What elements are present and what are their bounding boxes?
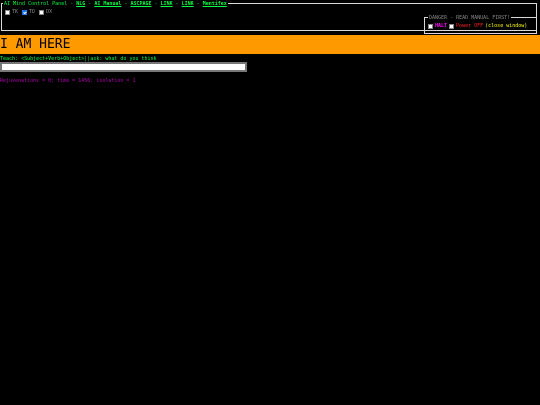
nlg-link[interactable]: NLG (76, 1, 85, 7)
ai-output-text: I AM HERE (0, 37, 71, 52)
control-panel-legend: AI Mind Control Panel - NLG - AI Manual … (3, 1, 228, 7)
legend-separator: - (151, 1, 161, 7)
power-off-checkbox[interactable] (449, 23, 455, 29)
legend-separator: - (85, 1, 95, 7)
status-line: Rejuvenations = 0; time = 1456; isolatio… (0, 78, 136, 84)
danger-box: DANGER - READ MANUAL FIRST! HALT Power O… (424, 15, 537, 34)
legend-separator: - (172, 1, 182, 7)
panel-title: AI Mind Control Panel (4, 1, 68, 7)
td-label: TD (29, 9, 36, 15)
link-1[interactable]: LINK (161, 1, 173, 7)
legend-separator: - (193, 1, 203, 7)
halt-label: HALT (435, 23, 448, 29)
td-checkbox[interactable] (22, 9, 28, 15)
tk-label: TK (12, 9, 19, 15)
link-2[interactable]: LINK (182, 1, 194, 7)
legend-separator: - (67, 1, 77, 7)
danger-controls: HALT Power OFF (close window) (428, 23, 527, 29)
control-panel: AI Mind Control Panel - NLG - AI Manual … (1, 1, 537, 34)
close-window-label: (close window) (485, 23, 528, 29)
danger-legend: DANGER - READ MANUAL FIRST! (428, 15, 512, 21)
teach-input[interactable] (0, 62, 247, 72)
ai-manual-link[interactable]: AI Manual (94, 1, 121, 7)
power-off-label: Power OFF (456, 23, 484, 29)
dx-label: DX (46, 9, 53, 15)
halt-checkbox[interactable] (428, 23, 433, 29)
ai-output-banner: I AM HERE (0, 35, 540, 54)
debug-checkboxes: TK TD DX (5, 9, 55, 15)
mentifex-link[interactable]: Mentifex (203, 1, 227, 7)
dx-checkbox[interactable] (39, 9, 45, 15)
ascpage-link[interactable]: ASCPAGE (130, 1, 151, 7)
tk-checkbox[interactable] (5, 9, 10, 15)
